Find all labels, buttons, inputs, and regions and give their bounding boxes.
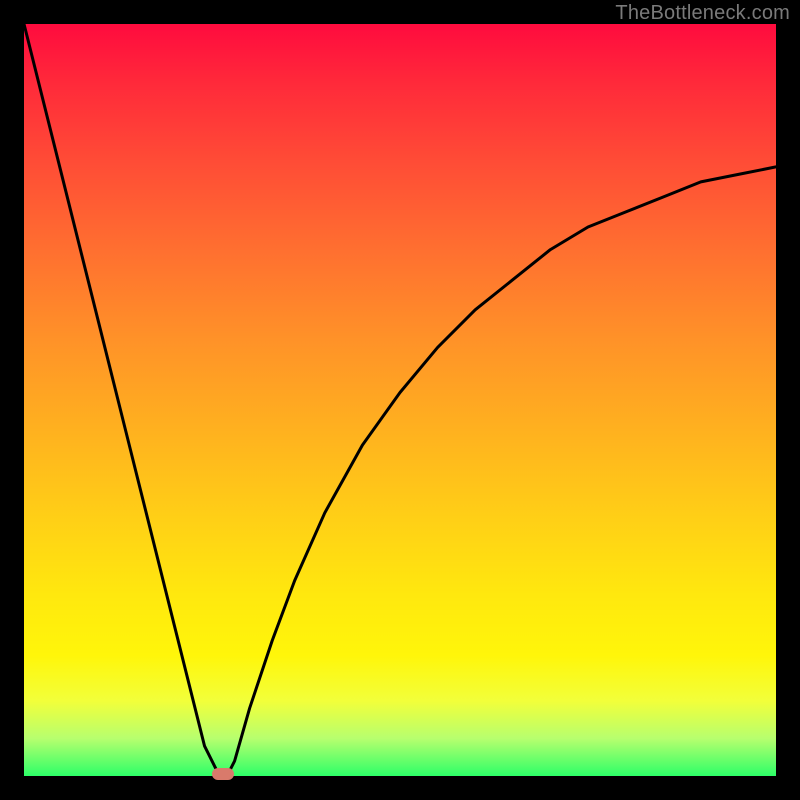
plot-area: [24, 24, 776, 776]
minimum-marker: [212, 768, 234, 780]
bottleneck-curve-path: [24, 24, 776, 776]
chart-frame: TheBottleneck.com: [0, 0, 800, 800]
watermark-text: TheBottleneck.com: [615, 2, 790, 25]
curve-svg: [24, 24, 776, 776]
